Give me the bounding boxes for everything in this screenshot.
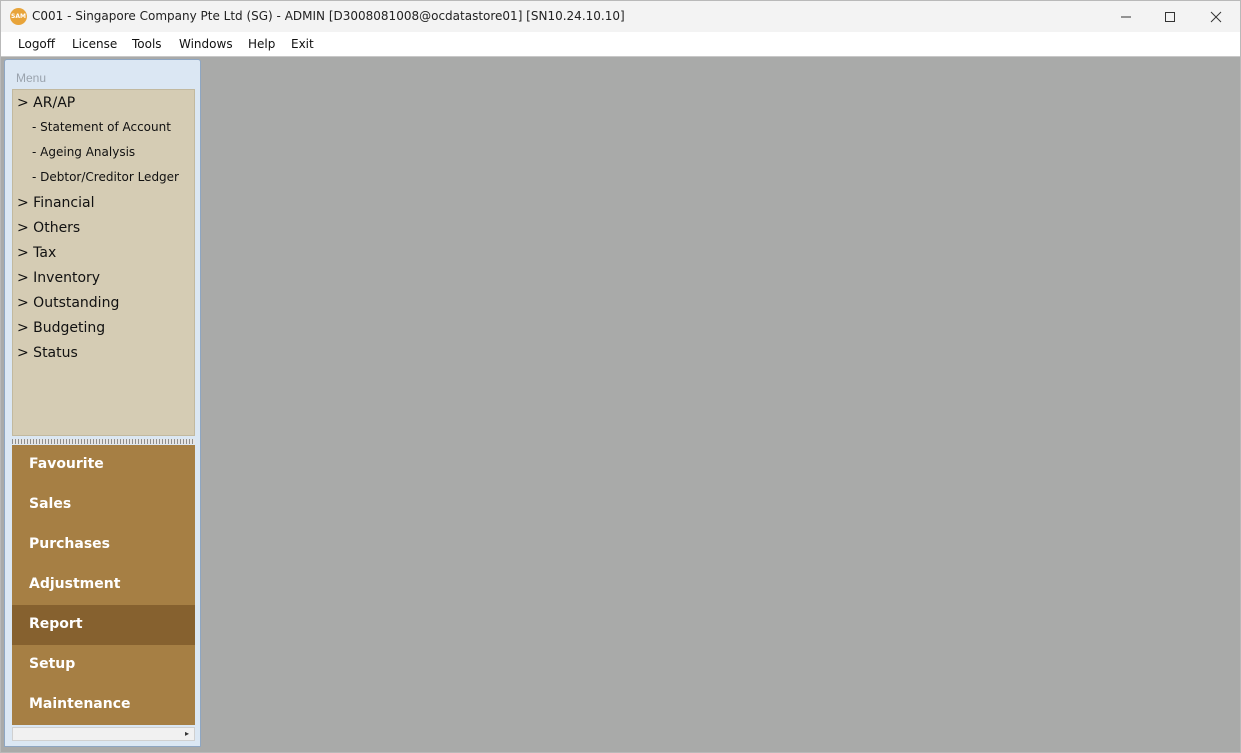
tree-item-debtor-creditor-ledger[interactable]: - Debtor/Creditor Ledger xyxy=(13,165,196,190)
menu-help[interactable]: Help xyxy=(248,37,275,51)
tree-item-label: - Debtor/Creditor Ledger xyxy=(32,170,179,184)
minimize-button[interactable] xyxy=(1103,1,1149,32)
nav-button-sales[interactable]: Sales xyxy=(12,485,195,525)
nav-button-report[interactable]: Report xyxy=(12,605,195,645)
mdi-client-area[interactable] xyxy=(203,57,1238,747)
sidebar-caption: Menu xyxy=(16,71,47,85)
menu-tools[interactable]: Tools xyxy=(132,37,162,51)
menu-license[interactable]: License xyxy=(72,37,117,51)
nav-button-label: Report xyxy=(29,616,83,632)
nav-button-favourite[interactable]: Favourite xyxy=(12,445,195,485)
nav-button-setup[interactable]: Setup xyxy=(12,645,195,685)
scroll-right-icon[interactable]: ▸ xyxy=(182,729,192,739)
nav-button-label: Setup xyxy=(29,656,76,672)
tree-item-budgeting[interactable]: > Budgeting xyxy=(13,315,196,340)
nav-button-label: Maintenance xyxy=(29,696,131,712)
menu-tree: > AR/AP - Statement of Account - Ageing … xyxy=(12,89,195,436)
menu-logoff[interactable]: Logoff xyxy=(18,37,55,51)
maximize-button[interactable] xyxy=(1147,1,1193,32)
menu-windows[interactable]: Windows xyxy=(179,37,233,51)
tree-item-ageing-analysis[interactable]: - Ageing Analysis xyxy=(13,140,196,165)
menu-bar: Logoff License Tools Windows Help Exit xyxy=(1,32,1240,57)
maximize-icon xyxy=(1165,11,1175,22)
nav-button-label: Sales xyxy=(29,496,72,512)
tree-item-ar-ap[interactable]: > AR/AP xyxy=(13,90,196,115)
title-bar[interactable]: SAM C001 - Singapore Company Pte Ltd (SG… xyxy=(1,1,1240,32)
app-window: SAM C001 - Singapore Company Pte Ltd (SG… xyxy=(0,0,1241,753)
sidebar-horizontal-scrollbar[interactable]: ▸ xyxy=(12,727,195,741)
tree-item-inventory[interactable]: > Inventory xyxy=(13,265,196,290)
nav-button-purchases[interactable]: Purchases xyxy=(12,525,195,565)
sidebar-splitter[interactable] xyxy=(12,439,195,444)
tree-item-label: > Status xyxy=(17,345,78,361)
tree-item-label: > Financial xyxy=(17,195,95,211)
tree-item-label: - Ageing Analysis xyxy=(32,145,136,159)
nav-button-label: Adjustment xyxy=(29,576,121,592)
nav-button-adjustment[interactable]: Adjustment xyxy=(12,565,195,605)
navigation-sidebar: Menu > AR/AP - Statement of Account - Ag… xyxy=(4,59,201,747)
tree-item-outstanding[interactable]: > Outstanding xyxy=(13,290,196,315)
minimize-icon xyxy=(1121,16,1131,17)
nav-button-maintenance[interactable]: Maintenance xyxy=(12,685,195,725)
tree-item-label: > Tax xyxy=(17,245,57,261)
tree-item-tax[interactable]: > Tax xyxy=(13,240,196,265)
workspace: Menu > AR/AP - Statement of Account - Ag… xyxy=(1,57,1240,752)
tree-item-label: > Others xyxy=(17,220,81,236)
nav-button-label: Purchases xyxy=(29,536,111,552)
menu-exit[interactable]: Exit xyxy=(291,37,314,51)
tree-item-label: > Inventory xyxy=(17,270,101,286)
tree-item-status[interactable]: > Status xyxy=(13,340,196,365)
close-icon xyxy=(1210,11,1222,22)
app-logo-icon: SAM xyxy=(10,8,27,25)
close-button[interactable] xyxy=(1193,1,1239,32)
tree-item-statement-of-account[interactable]: - Statement of Account xyxy=(13,115,196,140)
tree-item-label: > Budgeting xyxy=(17,320,106,336)
tree-item-label: - Statement of Account xyxy=(32,120,171,134)
tree-item-label: > AR/AP xyxy=(17,95,76,111)
tree-item-label: > Outstanding xyxy=(17,295,120,311)
tree-item-others[interactable]: > Others xyxy=(13,215,196,240)
window-title: C001 - Singapore Company Pte Ltd (SG) - … xyxy=(32,9,625,23)
nav-button-label: Favourite xyxy=(29,456,104,472)
tree-item-financial[interactable]: > Financial xyxy=(13,190,196,215)
